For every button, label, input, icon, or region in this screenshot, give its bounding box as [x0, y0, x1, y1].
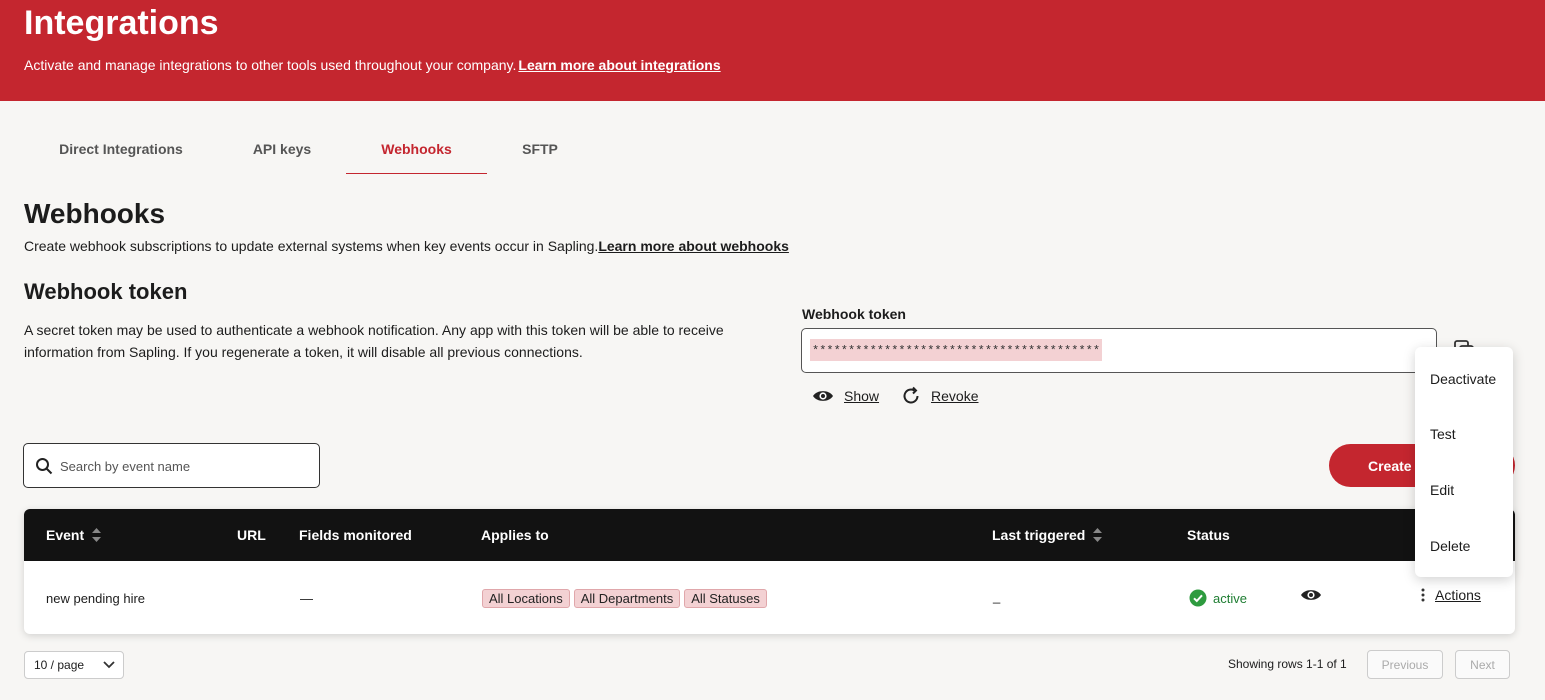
column-header-url: URL: [237, 527, 266, 543]
page-subtitle: Activate and manage integrations to othe…: [24, 57, 721, 73]
column-last-triggered-label: Last triggered: [992, 527, 1086, 543]
revoke-token-label: Revoke: [931, 388, 979, 404]
row-last-triggered: _: [993, 589, 1001, 604]
menu-item-test[interactable]: Test: [1430, 426, 1456, 442]
eye-icon: [1301, 590, 1321, 600]
tag-all-locations: All Locations: [482, 589, 570, 608]
token-field[interactable]: ****************************************: [801, 328, 1437, 373]
token-title: Webhook token: [24, 279, 188, 304]
next-page-button[interactable]: Next: [1455, 650, 1510, 679]
search-box: [23, 443, 320, 488]
tab-webhooks[interactable]: Webhooks: [346, 124, 487, 174]
learn-more-integrations-link[interactable]: Learn more about integrations: [518, 57, 720, 73]
token-actions: Show Revoke: [812, 386, 1001, 406]
show-token-button[interactable]: Show: [812, 388, 879, 404]
column-event-label: Event: [46, 527, 85, 543]
sort-icon: [1093, 528, 1103, 542]
search-input[interactable]: [60, 454, 310, 478]
section-title: Webhooks: [24, 198, 166, 229]
column-header-status: Status: [1187, 527, 1230, 543]
row-actions-label: Actions: [1435, 587, 1481, 603]
page-size-value: 10 / page: [34, 658, 85, 672]
view-webhook-button[interactable]: [1300, 588, 1322, 605]
refresh-icon: [903, 386, 919, 404]
page-size-select[interactable]: 10 / page: [24, 651, 124, 679]
learn-more-webhooks-link[interactable]: Learn more about webhooks: [598, 238, 789, 254]
chevron-down-icon: [103, 661, 115, 669]
row-event: new pending hire: [46, 591, 146, 606]
column-header-fields: Fields monitored: [299, 527, 412, 543]
page-header: Integrations Activate and manage integra…: [0, 0, 1545, 101]
column-header-last-triggered[interactable]: Last triggered: [992, 527, 1103, 543]
more-vertical-icon: [1421, 588, 1425, 602]
column-header-event[interactable]: Event: [46, 527, 102, 543]
revoke-token-button[interactable]: Revoke: [901, 386, 979, 406]
menu-item-edit[interactable]: Edit: [1430, 482, 1454, 498]
tab-api-keys[interactable]: API keys: [218, 124, 346, 174]
show-token-label: Show: [844, 388, 880, 404]
page-subtitle-text: Activate and manage integrations to othe…: [24, 57, 517, 73]
column-header-applies: Applies to: [481, 527, 549, 543]
webhooks-table: Event URL Fields monitored Applies to La…: [24, 509, 1515, 634]
eye-icon: [813, 391, 833, 401]
check-circle-icon: [1189, 589, 1207, 607]
actions-menu: Deactivate Test Edit Delete: [1415, 347, 1513, 577]
tag-all-departments: All Departments: [573, 589, 681, 608]
table-row: new pending hire — All Locations All Dep…: [24, 561, 1515, 634]
row-applies-tags: All Locations All Departments All Status…: [482, 589, 771, 608]
menu-item-deactivate[interactable]: Deactivate: [1430, 371, 1496, 387]
status-label: active: [1213, 590, 1247, 606]
rows-count: Showing rows 1-1 of 1: [1228, 657, 1347, 671]
menu-item-delete[interactable]: Delete: [1430, 538, 1470, 554]
tab-direct-integrations[interactable]: Direct Integrations: [24, 124, 218, 174]
row-status: active: [1189, 589, 1247, 607]
token-value[interactable]: ****************************************: [810, 339, 1103, 361]
row-fields: —: [300, 591, 313, 606]
token-field-label: Webhook token: [802, 306, 906, 322]
tab-bar: Direct Integrations API keys Webhooks SF…: [24, 124, 593, 174]
tab-sftp[interactable]: SFTP: [487, 124, 593, 174]
token-description: A secret token may be used to authentica…: [24, 322, 724, 360]
search-icon: [36, 458, 53, 475]
row-actions-button[interactable]: Actions: [1421, 587, 1481, 603]
section-description: Create webhook subscriptions to update e…: [24, 238, 789, 254]
section-description-text: Create webhook subscriptions to update e…: [24, 238, 599, 254]
sort-icon: [92, 528, 102, 542]
tag-all-statuses: All Statuses: [684, 589, 767, 608]
page-title: Integrations: [24, 4, 219, 42]
previous-page-button[interactable]: Previous: [1367, 650, 1443, 679]
table-header: Event URL Fields monitored Applies to La…: [24, 509, 1515, 561]
